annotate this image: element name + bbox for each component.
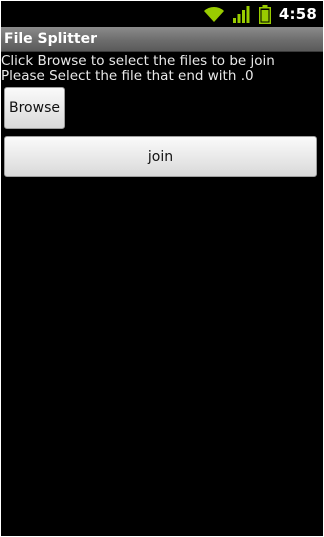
status-bar: 4:58 xyxy=(1,1,323,27)
battery-icon xyxy=(258,4,271,24)
join-button[interactable]: join xyxy=(4,136,317,177)
title-bar: File Splitter xyxy=(1,27,323,52)
instruction-line-2: Please Select the file that end with .0 xyxy=(1,68,254,84)
app-title: File Splitter xyxy=(4,31,98,47)
app-screen: 4:58 File Splitter Click Browse to selec… xyxy=(1,1,323,536)
wifi-icon xyxy=(203,7,224,22)
signal-icon xyxy=(232,6,250,23)
status-clock: 4:58 xyxy=(278,5,317,23)
browse-button[interactable]: Browse xyxy=(4,87,65,129)
status-icons: 4:58 xyxy=(203,1,317,27)
instruction-line-1: Click Browse to select the files to be j… xyxy=(1,53,275,69)
